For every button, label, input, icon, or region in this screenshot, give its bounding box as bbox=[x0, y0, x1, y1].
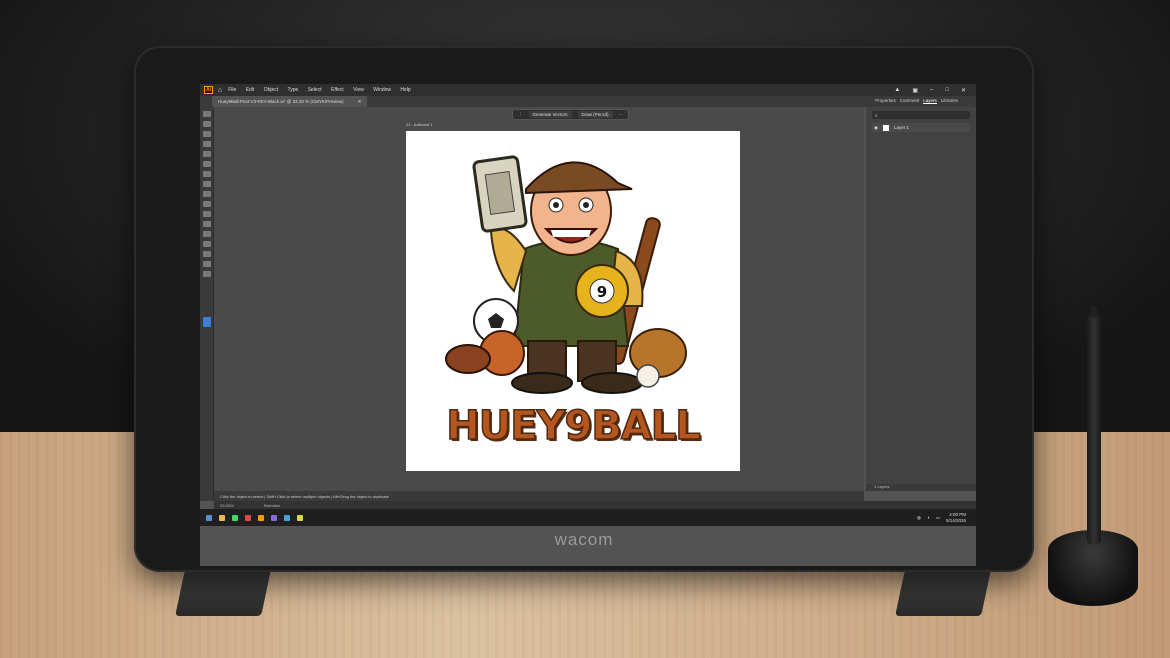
layer-name: Layer 1 bbox=[893, 125, 909, 130]
more-icon[interactable]: ··· bbox=[619, 112, 624, 117]
layers-panel: ⌕ ◉ Layer 1 bbox=[866, 107, 976, 491]
shape-tool-icon[interactable] bbox=[202, 151, 211, 157]
app-icon[interactable] bbox=[232, 514, 238, 521]
warp-tool-icon[interactable] bbox=[202, 211, 211, 217]
tab-close-icon[interactable]: ✕ bbox=[358, 99, 362, 105]
left-shoe bbox=[511, 372, 573, 394]
tab-layers[interactable]: Layers bbox=[923, 98, 937, 104]
pen-tool-icon[interactable] bbox=[202, 131, 211, 137]
close-icon[interactable]: ✕ bbox=[961, 87, 966, 94]
windows-taskbar: ◍ ◖ ▭ 2:00 PM 5/14/2026 bbox=[200, 509, 976, 526]
scale-tool-icon[interactable] bbox=[202, 201, 211, 207]
search-icon: ⌕ bbox=[875, 112, 878, 118]
cap bbox=[525, 161, 633, 195]
clock-date: 5/14/2026 bbox=[945, 517, 966, 523]
tablet-stand-right bbox=[895, 570, 991, 616]
menu-edit[interactable]: Edit bbox=[246, 87, 255, 93]
workspace-icon[interactable]: ▣ bbox=[912, 87, 918, 94]
battery-icon[interactable]: ▭ bbox=[936, 515, 940, 521]
panel-tabs: Properties Comment Layers Libraries bbox=[875, 98, 958, 104]
pen-display: Ai ⌂ File Edit Object Type Select Effect… bbox=[134, 46, 1034, 572]
menu-file[interactable]: File bbox=[228, 87, 236, 93]
scene: Ai ⌂ File Edit Object Type Select Effect… bbox=[0, 0, 1170, 658]
fill-stroke-icon[interactable] bbox=[202, 271, 211, 277]
menu-type[interactable]: Type bbox=[287, 87, 298, 93]
screen: Ai ⌂ File Edit Object Type Select Effect… bbox=[200, 84, 976, 566]
home-icon[interactable]: ⌂ bbox=[218, 87, 222, 94]
artboard-label: 01 - Artboard 1 bbox=[406, 122, 433, 127]
canvas-area[interactable]: ⋮ Generate Vectors Draw (Pencil) ··· 01 … bbox=[214, 107, 864, 491]
document-status-bar: 33.33% Selection bbox=[214, 501, 976, 509]
rotate-tool-icon[interactable] bbox=[202, 191, 211, 197]
eyedropper-tool-icon[interactable] bbox=[202, 231, 211, 237]
curvature-tool-icon[interactable] bbox=[202, 141, 211, 147]
zoom-tool-icon[interactable] bbox=[202, 261, 211, 267]
app-icon[interactable] bbox=[284, 514, 290, 521]
maximize-icon[interactable]: □ bbox=[945, 87, 949, 94]
handle-icon[interactable]: ⋮ bbox=[518, 112, 523, 118]
artboard[interactable]: 9 HUEY9BALL bbox=[406, 131, 740, 471]
minimize-icon[interactable]: – bbox=[930, 87, 933, 94]
brand-logo: wacom bbox=[554, 530, 614, 549]
menu-effect[interactable]: Effect bbox=[331, 87, 344, 93]
menu-window[interactable]: Window bbox=[373, 87, 391, 93]
brush-tool-icon[interactable] bbox=[202, 161, 211, 167]
selection-tool-icon[interactable] bbox=[202, 111, 211, 117]
eye-icon[interactable]: ◉ bbox=[874, 125, 878, 131]
network-icon[interactable]: ◍ bbox=[917, 515, 921, 521]
edit-toolbar-icon[interactable] bbox=[202, 317, 211, 327]
right-shoe bbox=[581, 372, 643, 394]
document-tab-label: Huey9Ball-Post-V3-REV-Black.ai* @ 33.33 … bbox=[218, 99, 344, 104]
pencil-tool-icon[interactable] bbox=[202, 171, 211, 177]
tab-libraries[interactable]: Libraries bbox=[941, 98, 958, 104]
document-tabbar: Huey9Ball-Post-V3-REV-Black.ai* @ 33.33 … bbox=[200, 96, 976, 107]
app-menubar: Ai ⌂ File Edit Object Type Select Effect… bbox=[200, 84, 976, 96]
layers-count: 1 Layers bbox=[866, 484, 976, 491]
tools-panel bbox=[200, 107, 214, 501]
artwork-title: HUEY9BALL bbox=[446, 402, 702, 450]
direct-selection-tool-icon[interactable] bbox=[202, 121, 211, 127]
status-hint-bar: Click the object to select | Shift+Click… bbox=[214, 491, 864, 501]
gradient-tool-icon[interactable] bbox=[202, 241, 211, 247]
app-icon[interactable] bbox=[271, 514, 277, 521]
menu-object[interactable]: Object bbox=[264, 87, 278, 93]
illustrator-logo: Ai bbox=[204, 86, 213, 94]
baseball-icon bbox=[636, 364, 660, 388]
bell-icon[interactable]: ▲ bbox=[894, 87, 900, 94]
system-tray: ◍ ◖ ▭ 2:00 PM 5/14/2026 bbox=[917, 512, 966, 524]
clock[interactable]: 2:00 PM 5/14/2026 bbox=[946, 512, 966, 524]
tablet-stand-left bbox=[175, 570, 271, 616]
volume-icon[interactable]: ◖ bbox=[927, 515, 930, 520]
draw-pencil-button[interactable]: Draw (Pencil) bbox=[577, 111, 613, 118]
tool-readout[interactable]: Selection bbox=[264, 503, 280, 508]
football-icon bbox=[445, 344, 491, 374]
mascot-illustration: 9 bbox=[445, 155, 687, 394]
type-tool-icon[interactable] bbox=[202, 221, 211, 227]
contextual-taskbar: ⋮ Generate Vectors Draw (Pencil) ··· bbox=[512, 109, 630, 120]
menu-bar: File Edit Object Type Select Effect View… bbox=[228, 87, 418, 93]
stylus-pen bbox=[1087, 306, 1101, 544]
app-icon[interactable] bbox=[297, 514, 303, 521]
app-icon[interactable] bbox=[245, 514, 251, 521]
zoom-level[interactable]: 33.33% bbox=[220, 503, 234, 508]
tab-properties[interactable]: Properties bbox=[875, 98, 896, 104]
start-icon[interactable] bbox=[206, 514, 212, 521]
layer-thumbnail bbox=[882, 124, 889, 131]
layers-search-input[interactable]: ⌕ bbox=[872, 111, 970, 119]
eraser-tool-icon[interactable] bbox=[202, 181, 211, 187]
tab-comment[interactable]: Comment bbox=[900, 98, 920, 104]
menu-select[interactable]: Select bbox=[308, 87, 322, 93]
svg-text:9: 9 bbox=[597, 283, 607, 301]
menu-help[interactable]: Help bbox=[400, 87, 410, 93]
hand-tool-icon[interactable] bbox=[202, 251, 211, 257]
layer-row[interactable]: ◉ Layer 1 bbox=[872, 123, 970, 132]
menu-view[interactable]: View bbox=[353, 87, 364, 93]
document-tab[interactable]: Huey9Ball-Post-V3-REV-Black.ai* @ 33.33 … bbox=[212, 96, 368, 107]
window-controls: ▲ ▣ – □ ✕ bbox=[894, 87, 966, 94]
illustrator-taskbar-icon[interactable] bbox=[258, 514, 264, 521]
status-hint: Click the object to select | Shift+Click… bbox=[220, 493, 389, 499]
generate-vectors-button[interactable]: Generate Vectors bbox=[528, 111, 572, 118]
file-explorer-icon[interactable] bbox=[219, 514, 225, 521]
